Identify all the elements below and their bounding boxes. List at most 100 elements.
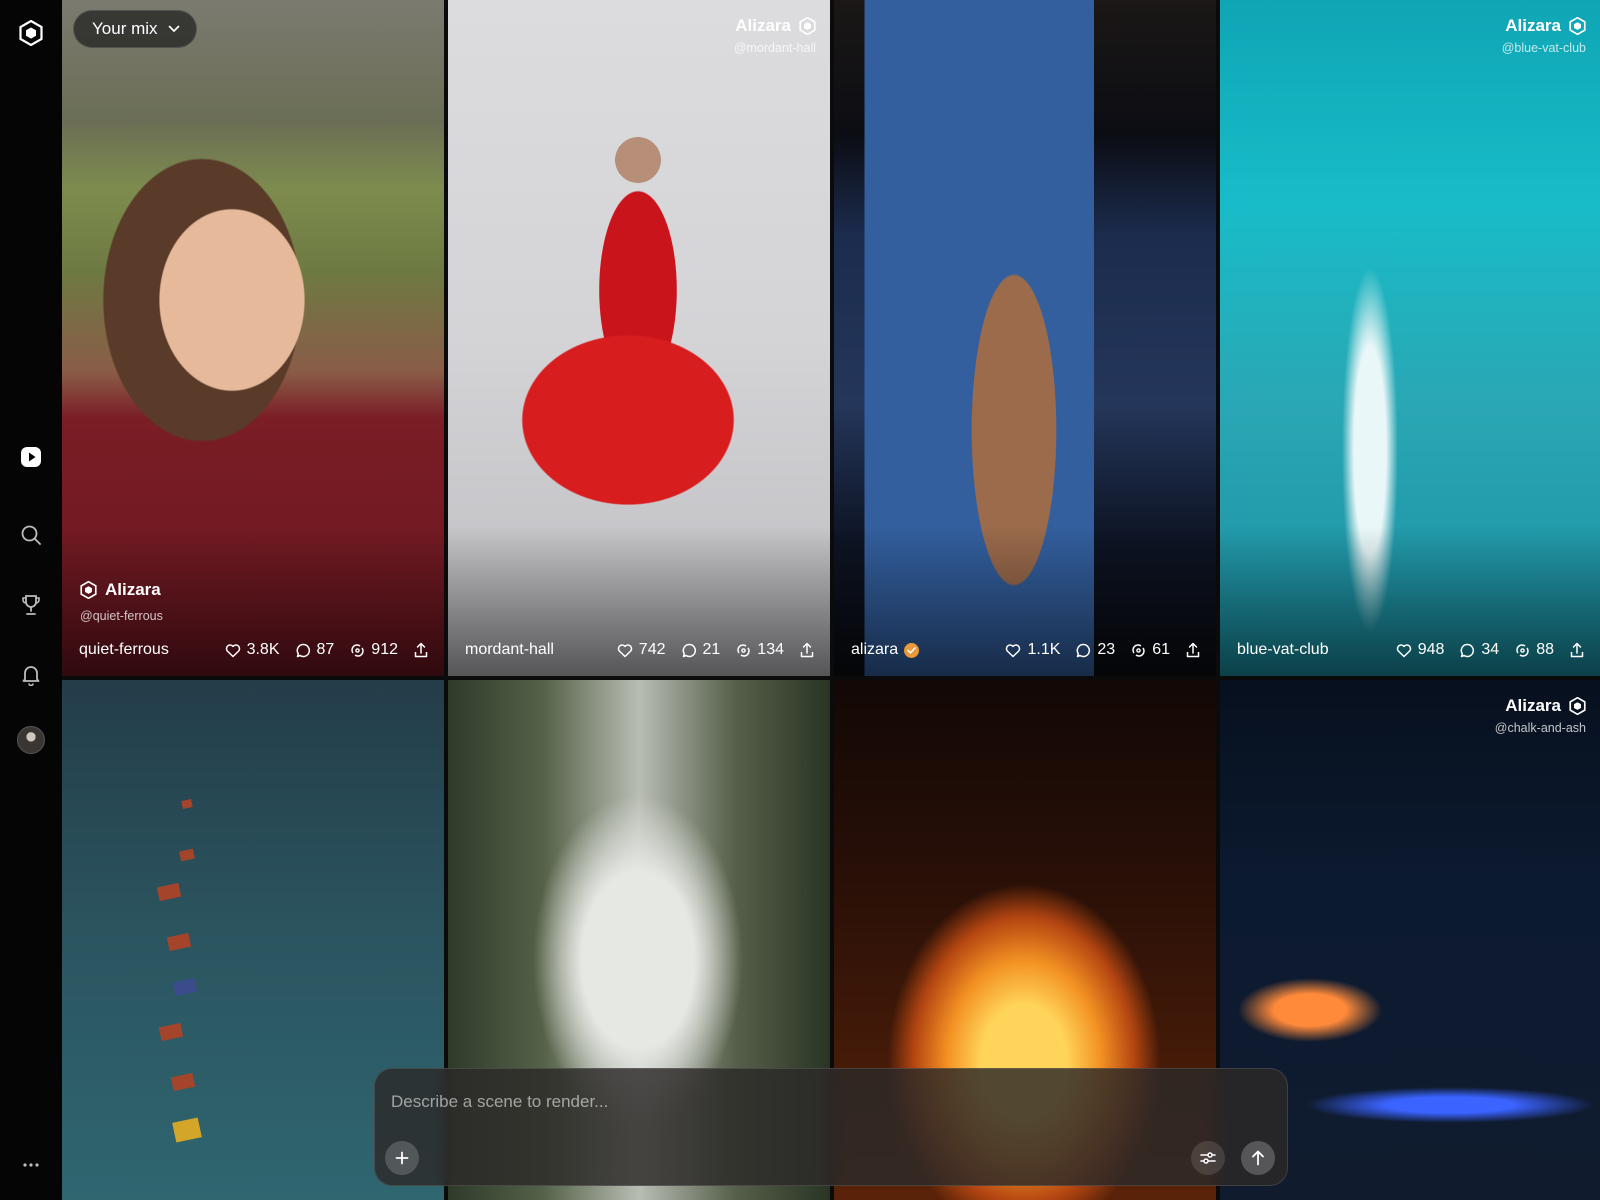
kite-shape (181, 799, 193, 809)
tile-stats: alizara 1.1K 23 61 (851, 640, 1200, 660)
hexagon-badge-icon (80, 581, 97, 599)
remix-icon (1516, 643, 1529, 657)
creator-badge[interactable]: Alizara @mordant-hall (734, 16, 816, 55)
avatar[interactable] (17, 726, 45, 754)
share-button[interactable] (1570, 642, 1584, 658)
like-count: 1.1K (1027, 641, 1061, 658)
remix-button[interactable]: 61 (1131, 641, 1170, 659)
like-count: 3.8K (246, 641, 280, 658)
sidebar (0, 0, 62, 1200)
stat-group: 742 21 134 (617, 641, 814, 659)
remix-icon (351, 643, 365, 657)
tile-stats: quiet-ferrous 3.8K 87 912 (79, 640, 428, 660)
tile-stats: mordant-hall 742 21 134 (465, 640, 814, 660)
share-button[interactable] (800, 642, 814, 658)
comment-icon (682, 643, 696, 657)
username-with-verified[interactable]: alizara (851, 641, 920, 659)
search-icon[interactable] (16, 520, 46, 550)
video-tile[interactable]: Alizara @blue-vat-club blue-vat-club 948… (1220, 0, 1600, 676)
creator-name-row: Alizara (80, 580, 161, 600)
creator-badge[interactable]: Alizara @blue-vat-club (1502, 16, 1586, 55)
creator-handle: @blue-vat-club (1501, 41, 1586, 55)
prompt-input[interactable] (391, 1087, 1251, 1117)
username[interactable]: blue-vat-club (1237, 641, 1329, 659)
stat-group: 948 34 88 (1396, 641, 1584, 659)
comment-count: 21 (702, 641, 721, 658)
username: alizara (851, 641, 899, 658)
share-button[interactable] (414, 642, 428, 658)
tile-stats: blue-vat-club 948 34 88 (1237, 640, 1584, 660)
like-count: 948 (1417, 641, 1445, 658)
creator-name-row: Alizara (1505, 696, 1586, 716)
creator-name: Alizara (1505, 696, 1561, 715)
kite-shape (172, 977, 198, 997)
comment-button[interactable]: 87 (296, 641, 335, 659)
comment-button[interactable]: 23 (1076, 641, 1115, 659)
video-tile[interactable]: Alizara @quiet-ferrous quiet-ferrous 3.8… (62, 0, 444, 676)
kite-shape (156, 882, 182, 902)
mix-dropdown[interactable]: Your mix (73, 10, 197, 48)
share-icon (414, 642, 428, 658)
heart-icon (617, 643, 633, 657)
comment-button[interactable]: 34 (1460, 641, 1499, 659)
send-button[interactable] (1241, 1141, 1275, 1175)
settings-button[interactable] (1191, 1141, 1225, 1175)
like-button[interactable]: 742 (617, 641, 666, 659)
prompt-composer (374, 1068, 1288, 1186)
creator-badge[interactable]: Alizara @quiet-ferrous (80, 580, 163, 623)
remix-button[interactable]: 912 (350, 641, 398, 659)
arrow-up-icon (1252, 1150, 1264, 1166)
creator-name-row: Alizara (735, 16, 816, 36)
remix-count: 61 (1152, 641, 1170, 658)
add-button[interactable] (385, 1141, 419, 1175)
creator-handle: @quiet-ferrous (80, 609, 163, 623)
plus-icon (395, 1151, 409, 1165)
remix-button[interactable]: 88 (1515, 641, 1554, 659)
stat-group: 3.8K 87 912 (225, 641, 428, 659)
kite-shape (179, 848, 195, 862)
hexagon-badge-icon (1569, 17, 1586, 35)
play-icon[interactable] (16, 442, 46, 472)
verified-check-icon (904, 642, 920, 658)
comment-count: 87 (316, 641, 335, 658)
remix-count: 88 (1536, 641, 1554, 658)
share-button[interactable] (1186, 642, 1200, 658)
video-tile[interactable]: Alizara @mordant-hall mordant-hall 742 2… (448, 0, 830, 676)
remix-icon (737, 643, 751, 657)
remix-icon (1132, 643, 1145, 657)
hexagon-badge-icon (1569, 697, 1586, 715)
comment-icon (1076, 643, 1091, 657)
kite-shape (166, 932, 192, 952)
like-button[interactable]: 948 (1396, 641, 1445, 659)
creator-name: Alizara (1505, 16, 1561, 35)
remix-button[interactable]: 134 (736, 641, 784, 659)
bell-icon[interactable] (16, 660, 46, 690)
mix-label: Your mix (92, 19, 158, 38)
hexagon-logo-icon[interactable] (16, 18, 46, 48)
username[interactable]: mordant-hall (465, 641, 554, 659)
remix-count: 134 (757, 641, 784, 658)
kite-shape (170, 1072, 196, 1092)
app: Your mix Alizara @quiet-ferrous quiet-fe… (0, 0, 1600, 1200)
like-button[interactable]: 1.1K (1005, 641, 1060, 659)
creator-name-row: Alizara (1505, 16, 1586, 36)
video-grid: Alizara @quiet-ferrous quiet-ferrous 3.8… (62, 0, 1600, 1200)
heart-icon (225, 643, 240, 657)
heart-icon (1006, 643, 1021, 657)
chevron-down-icon (168, 25, 179, 33)
kite-shape (158, 1022, 184, 1042)
creator-name: Alizara (105, 580, 161, 599)
creator-badge[interactable]: Alizara @chalk-and-ash (1495, 696, 1586, 735)
heart-icon (1396, 643, 1411, 657)
trophy-icon[interactable] (16, 590, 46, 620)
comment-icon (1460, 643, 1475, 657)
remix-count: 912 (371, 641, 398, 658)
creator-handle: @mordant-hall (733, 41, 816, 55)
video-tile[interactable]: alizara 1.1K 23 61 (834, 0, 1216, 676)
more-icon[interactable] (16, 1150, 46, 1180)
comment-button[interactable]: 21 (682, 641, 721, 659)
like-button[interactable]: 3.8K (225, 641, 280, 659)
username[interactable]: quiet-ferrous (79, 641, 169, 659)
kite-shape (172, 1117, 202, 1143)
comment-icon (296, 643, 310, 657)
